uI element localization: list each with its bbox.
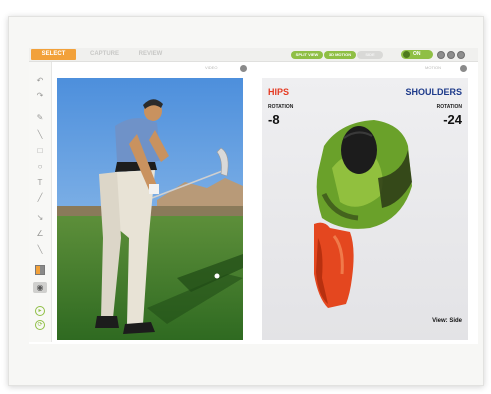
view-side-label: View: Side <box>432 318 462 324</box>
toggle-knob <box>403 51 410 58</box>
eye-icon[interactable]: ◉ <box>33 282 47 293</box>
pencil-icon[interactable]: ✎ <box>35 113 45 123</box>
arrow-icon[interactable]: ↘ <box>35 213 45 223</box>
text-icon[interactable]: T <box>35 178 45 188</box>
redo-icon[interactable]: ↷ <box>35 91 45 101</box>
circle-icon[interactable]: ○ <box>35 162 45 172</box>
video-panel-header: VIDEO <box>205 65 218 70</box>
tab-review[interactable]: REVIEW <box>128 49 173 60</box>
angle-icon[interactable]: ∠ <box>35 229 45 239</box>
3d-motion-view[interactable]: HIPS ROTATION -8 SHOULDERS ROTATION -24 … <box>262 78 468 340</box>
on-toggle[interactable]: ON <box>401 50 433 59</box>
tab-capture[interactable]: CAPTURE <box>82 49 127 60</box>
close-icon[interactable] <box>457 51 465 59</box>
golfer-photo <box>57 78 243 340</box>
motion-panel-header: MOTION <box>425 65 441 70</box>
split-view-button[interactable]: SPLIT VIEW <box>291 51 323 59</box>
gear-icon[interactable] <box>437 51 445 59</box>
brush-icon[interactable]: ╱ <box>35 193 45 203</box>
loop-icon[interactable]: ⟳ <box>35 320 45 330</box>
motion-panel-close-icon[interactable] <box>460 65 467 72</box>
torso-3d-model <box>314 120 412 308</box>
side-view-button[interactable]: SIDE <box>357 51 383 59</box>
3d-motion-button[interactable]: 3D MOTION <box>324 51 356 59</box>
line-icon[interactable]: ╲ <box>35 130 45 140</box>
help-icon[interactable] <box>447 51 455 59</box>
play-icon[interactable]: ▸ <box>35 306 45 316</box>
toggle-label: ON <box>413 51 421 57</box>
swing-video-frame[interactable] <box>57 78 243 340</box>
tab-select[interactable]: SELECT <box>31 49 76 60</box>
ruler-icon[interactable]: ╲ <box>35 245 45 255</box>
rectangle-icon[interactable]: □ <box>35 146 45 156</box>
video-panel-close-icon[interactable] <box>240 65 247 72</box>
grid-icon[interactable] <box>35 265 45 275</box>
undo-icon[interactable]: ↶ <box>35 76 45 86</box>
